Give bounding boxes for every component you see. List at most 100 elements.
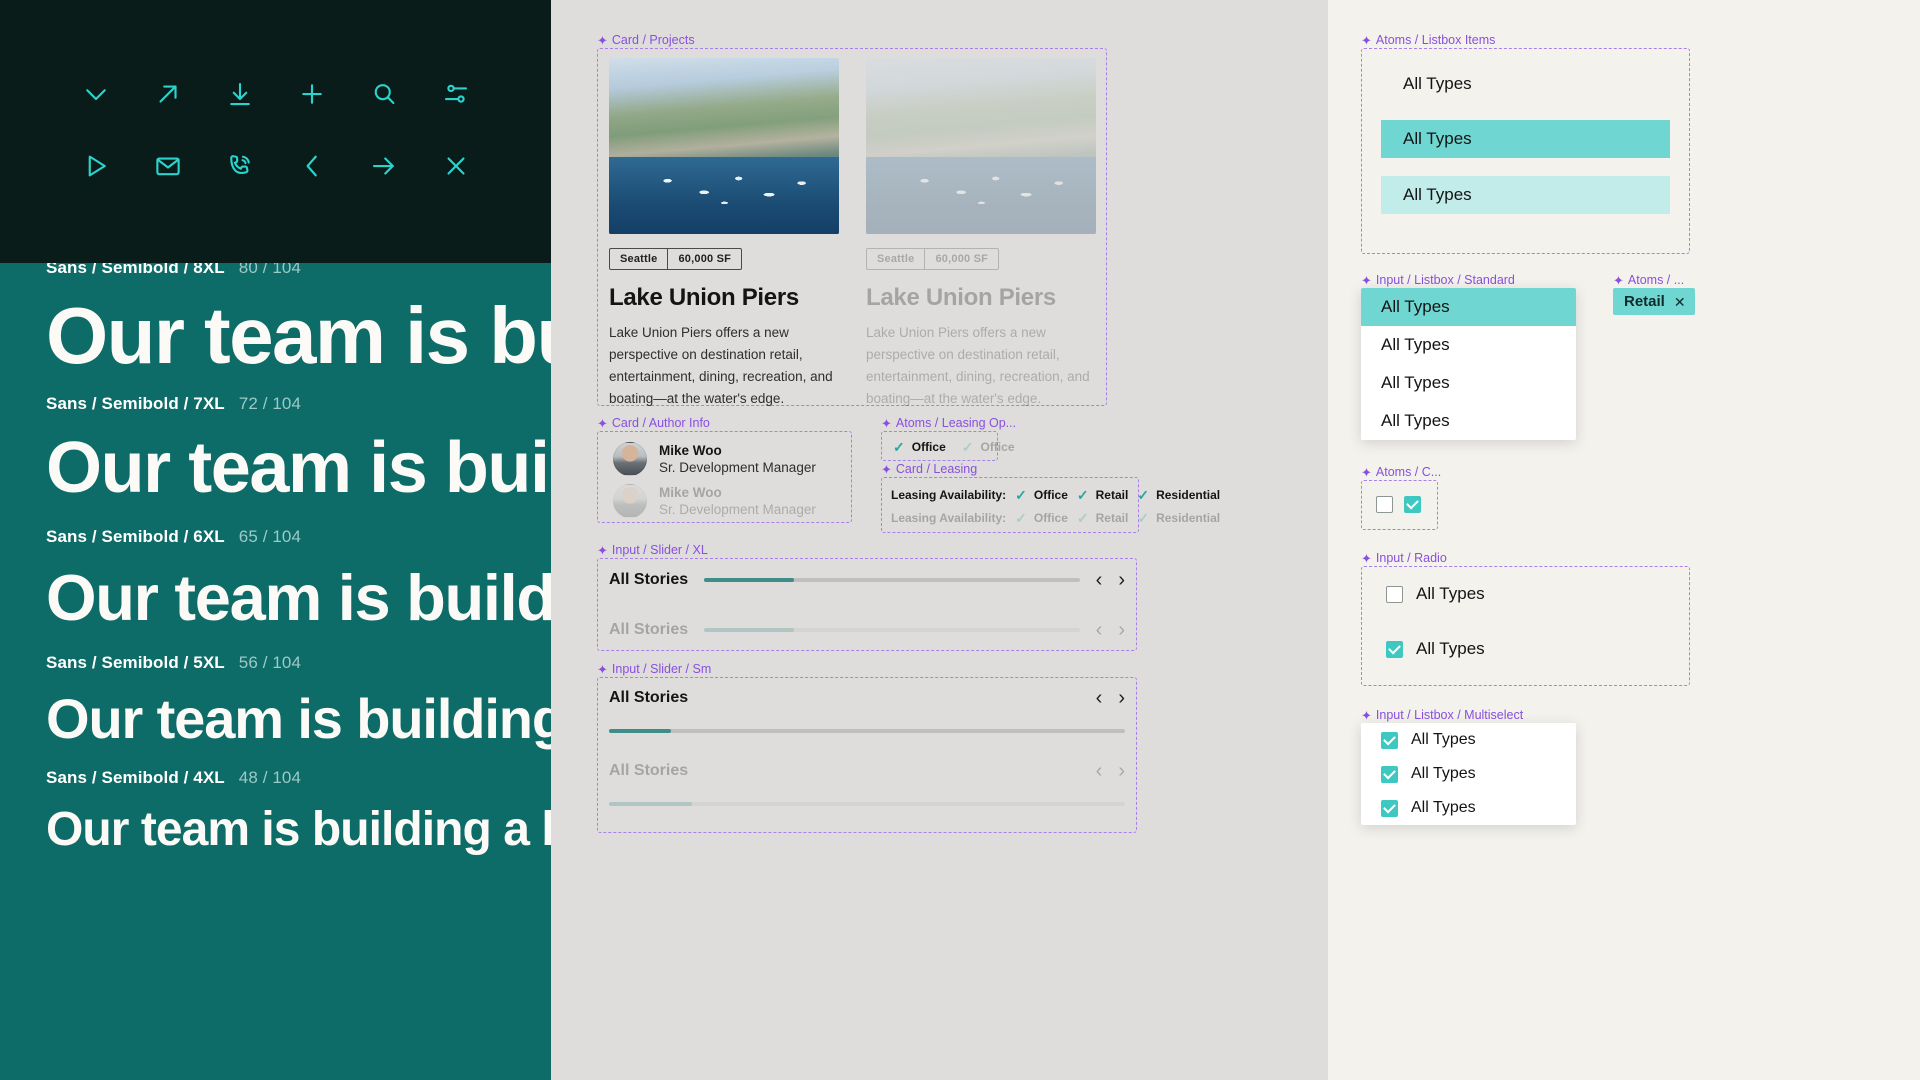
frame-label-listbox-standard[interactable]: ✦ Input / Listbox / Standard — [1361, 273, 1515, 287]
checkbox-unchecked[interactable] — [1376, 496, 1393, 513]
play-icon[interactable] — [60, 130, 132, 202]
frame-label-atoms-checkbox[interactable]: ✦ Atoms / C... — [1361, 465, 1441, 479]
slider-track[interactable] — [609, 802, 1125, 806]
chevron-left-icon[interactable]: ‹ — [1096, 761, 1103, 781]
components-canvas-middle: ✦ Card / Projects Seattle 60,000 SF Lake… — [551, 0, 1328, 1080]
radio-option-selected[interactable]: All Types — [1386, 639, 1485, 659]
checkbox-checked[interactable] — [1381, 765, 1398, 783]
chevron-right-icon[interactable]: › — [1118, 761, 1125, 781]
search-icon[interactable] — [348, 58, 420, 130]
listbox-multiselect-dropdown[interactable]: All Types All Types All Types — [1361, 723, 1576, 825]
mail-icon[interactable] — [132, 130, 204, 202]
check-icon: ✓ — [1137, 510, 1150, 526]
leasing-option-ghost[interactable]: ✓ Office — [962, 440, 1015, 454]
chevron-right-icon[interactable]: › — [1118, 620, 1125, 640]
multiselect-option[interactable]: All Types — [1361, 723, 1576, 757]
frame-label-atoms-listbox-items[interactable]: ✦ Atoms / Listbox Items — [1361, 33, 1495, 47]
slider-track[interactable] — [704, 628, 1080, 632]
author-row-ghost[interactable]: Mike Woo Sr. Development Manager — [613, 484, 816, 518]
slider-fill — [609, 729, 671, 733]
leasing-option[interactable]: ✓ Residential — [1137, 488, 1220, 502]
checkbox-checked[interactable] — [1386, 640, 1403, 658]
slider-track[interactable] — [704, 578, 1080, 582]
slider-xl-ghost[interactable]: All Stories ‹ › — [609, 620, 1125, 640]
frame-label-card-leasing[interactable]: ✦ Card / Leasing — [881, 462, 977, 476]
chevron-left-icon[interactable]: ‹ — [1096, 570, 1103, 590]
leasing-option[interactable]: ✓ Office — [893, 440, 946, 454]
component-diamond-icon: ✦ — [1361, 550, 1372, 566]
leasing-option-label: Retail — [1095, 488, 1129, 502]
checkbox-checked[interactable] — [1404, 496, 1421, 513]
slider-track[interactable] — [609, 729, 1125, 733]
listbox-item-selected[interactable]: All Types — [1381, 120, 1670, 158]
listbox-option-selected[interactable]: All Types — [1361, 288, 1576, 326]
leasing-option-label: Residential — [1156, 511, 1221, 525]
chevron-down-icon[interactable] — [60, 58, 132, 130]
frame-label-slider-xl[interactable]: ✦ Input / Slider / XL — [597, 543, 708, 557]
frame-label-input-radio[interactable]: ✦ Input / Radio — [1361, 551, 1447, 565]
slider-sm-ghost[interactable]: All Stories ‹ › — [609, 761, 1125, 806]
multiselect-option[interactable]: All Types — [1361, 791, 1576, 825]
leasing-option[interactable]: ✓ Office — [1015, 488, 1068, 502]
frame-label-text: Card / Author Info — [611, 416, 710, 430]
slider-label: All Stories — [609, 762, 689, 779]
type-spec-token: Sans / Semibold / 8XL — [46, 263, 225, 277]
leasing-option[interactable]: ✓ Residential — [1137, 511, 1220, 525]
chip[interactable]: Retail ✕ — [1613, 288, 1695, 315]
close-icon[interactable]: ✕ — [1674, 295, 1686, 309]
phone-call-icon[interactable] — [204, 130, 276, 202]
leasing-option[interactable]: ✓ Office — [1015, 511, 1068, 525]
project-image — [609, 58, 839, 234]
multiselect-option[interactable]: All Types — [1361, 757, 1576, 791]
checkbox-atoms-group — [1376, 496, 1421, 513]
frame-label-listbox-multiselect[interactable]: ✦ Input / Listbox / Multiselect — [1361, 708, 1523, 722]
checkbox-checked[interactable] — [1381, 799, 1398, 817]
slider-fill — [704, 578, 795, 582]
slider-sm[interactable]: All Stories ‹ › — [609, 688, 1125, 733]
chevron-left-icon[interactable] — [276, 130, 348, 202]
arrow-right-icon[interactable] — [348, 130, 420, 202]
radio-label: All Types — [1416, 639, 1485, 658]
icon-grid — [60, 58, 492, 202]
author-card[interactable]: Mike Woo Sr. Development Manager Mike Wo… — [613, 442, 816, 518]
frame-label-card-projects[interactable]: ✦ Card / Projects — [597, 33, 695, 47]
download-icon[interactable] — [204, 58, 276, 130]
chevron-left-icon[interactable]: ‹ — [1096, 620, 1103, 640]
slider-fill — [704, 628, 795, 632]
frame-label-card-author-info[interactable]: ✦ Card / Author Info — [597, 416, 710, 430]
listbox-item[interactable]: All Types — [1381, 65, 1670, 103]
type-spec-token: Sans / Semibold / 6XL — [46, 527, 225, 546]
leasing-option[interactable]: ✓ Retail — [1077, 488, 1128, 502]
filter-sliders-icon[interactable] — [420, 58, 492, 130]
project-card[interactable]: Seattle 60,000 SF Lake Union Piers Lake … — [609, 58, 839, 409]
leasing-option[interactable]: ✓ Retail — [1077, 511, 1128, 525]
project-tags: Seattle 60,000 SF — [866, 248, 1000, 270]
frame-label-slider-sm[interactable]: ✦ Input / Slider / Sm — [597, 662, 711, 676]
author-title: Sr. Development Manager — [659, 502, 816, 517]
frame-label-text: Input / Listbox / Standard — [1375, 273, 1515, 287]
frame-label-atoms-leasing[interactable]: ✦ Atoms / Leasing Op... — [881, 416, 1016, 430]
chevron-left-icon[interactable]: ‹ — [1096, 688, 1103, 708]
radio-option[interactable]: All Types — [1386, 584, 1485, 604]
listbox-option[interactable]: All Types — [1361, 364, 1576, 402]
listbox-option[interactable]: All Types — [1361, 326, 1576, 364]
checkbox-unchecked[interactable] — [1386, 585, 1403, 603]
chevron-right-icon[interactable]: › — [1118, 688, 1125, 708]
checkbox-checked[interactable] — [1381, 731, 1398, 749]
frame-label-atoms-chip[interactable]: ✦ Atoms / ... — [1613, 273, 1684, 287]
component-diamond-icon: ✦ — [597, 542, 608, 558]
type-spec-row: Sans / Semibold / 6XL 65 / 104 Our team i… — [46, 527, 551, 630]
arrow-up-right-icon[interactable] — [132, 58, 204, 130]
close-icon[interactable] — [420, 130, 492, 202]
type-spec-row: Sans / Semibold / 4XL 48 / 104 Our team i… — [46, 768, 551, 854]
listbox-standard-dropdown[interactable]: All Types All Types All Types All Types — [1361, 288, 1576, 440]
project-card-ghost[interactable]: Seattle 60,000 SF Lake Union Piers Lake … — [866, 58, 1096, 409]
listbox-item-hover[interactable]: All Types — [1381, 176, 1670, 214]
left-column: Sans / Semibold / 8XL 80 / 104 Our team i… — [0, 0, 551, 1080]
chevron-right-icon[interactable]: › — [1118, 570, 1125, 590]
plus-icon[interactable] — [276, 58, 348, 130]
type-sample-text: Our team is building a b — [46, 561, 551, 634]
listbox-option[interactable]: All Types — [1361, 402, 1576, 440]
slider-xl[interactable]: All Stories ‹ › — [609, 570, 1125, 590]
author-row[interactable]: Mike Woo Sr. Development Manager — [613, 442, 816, 476]
